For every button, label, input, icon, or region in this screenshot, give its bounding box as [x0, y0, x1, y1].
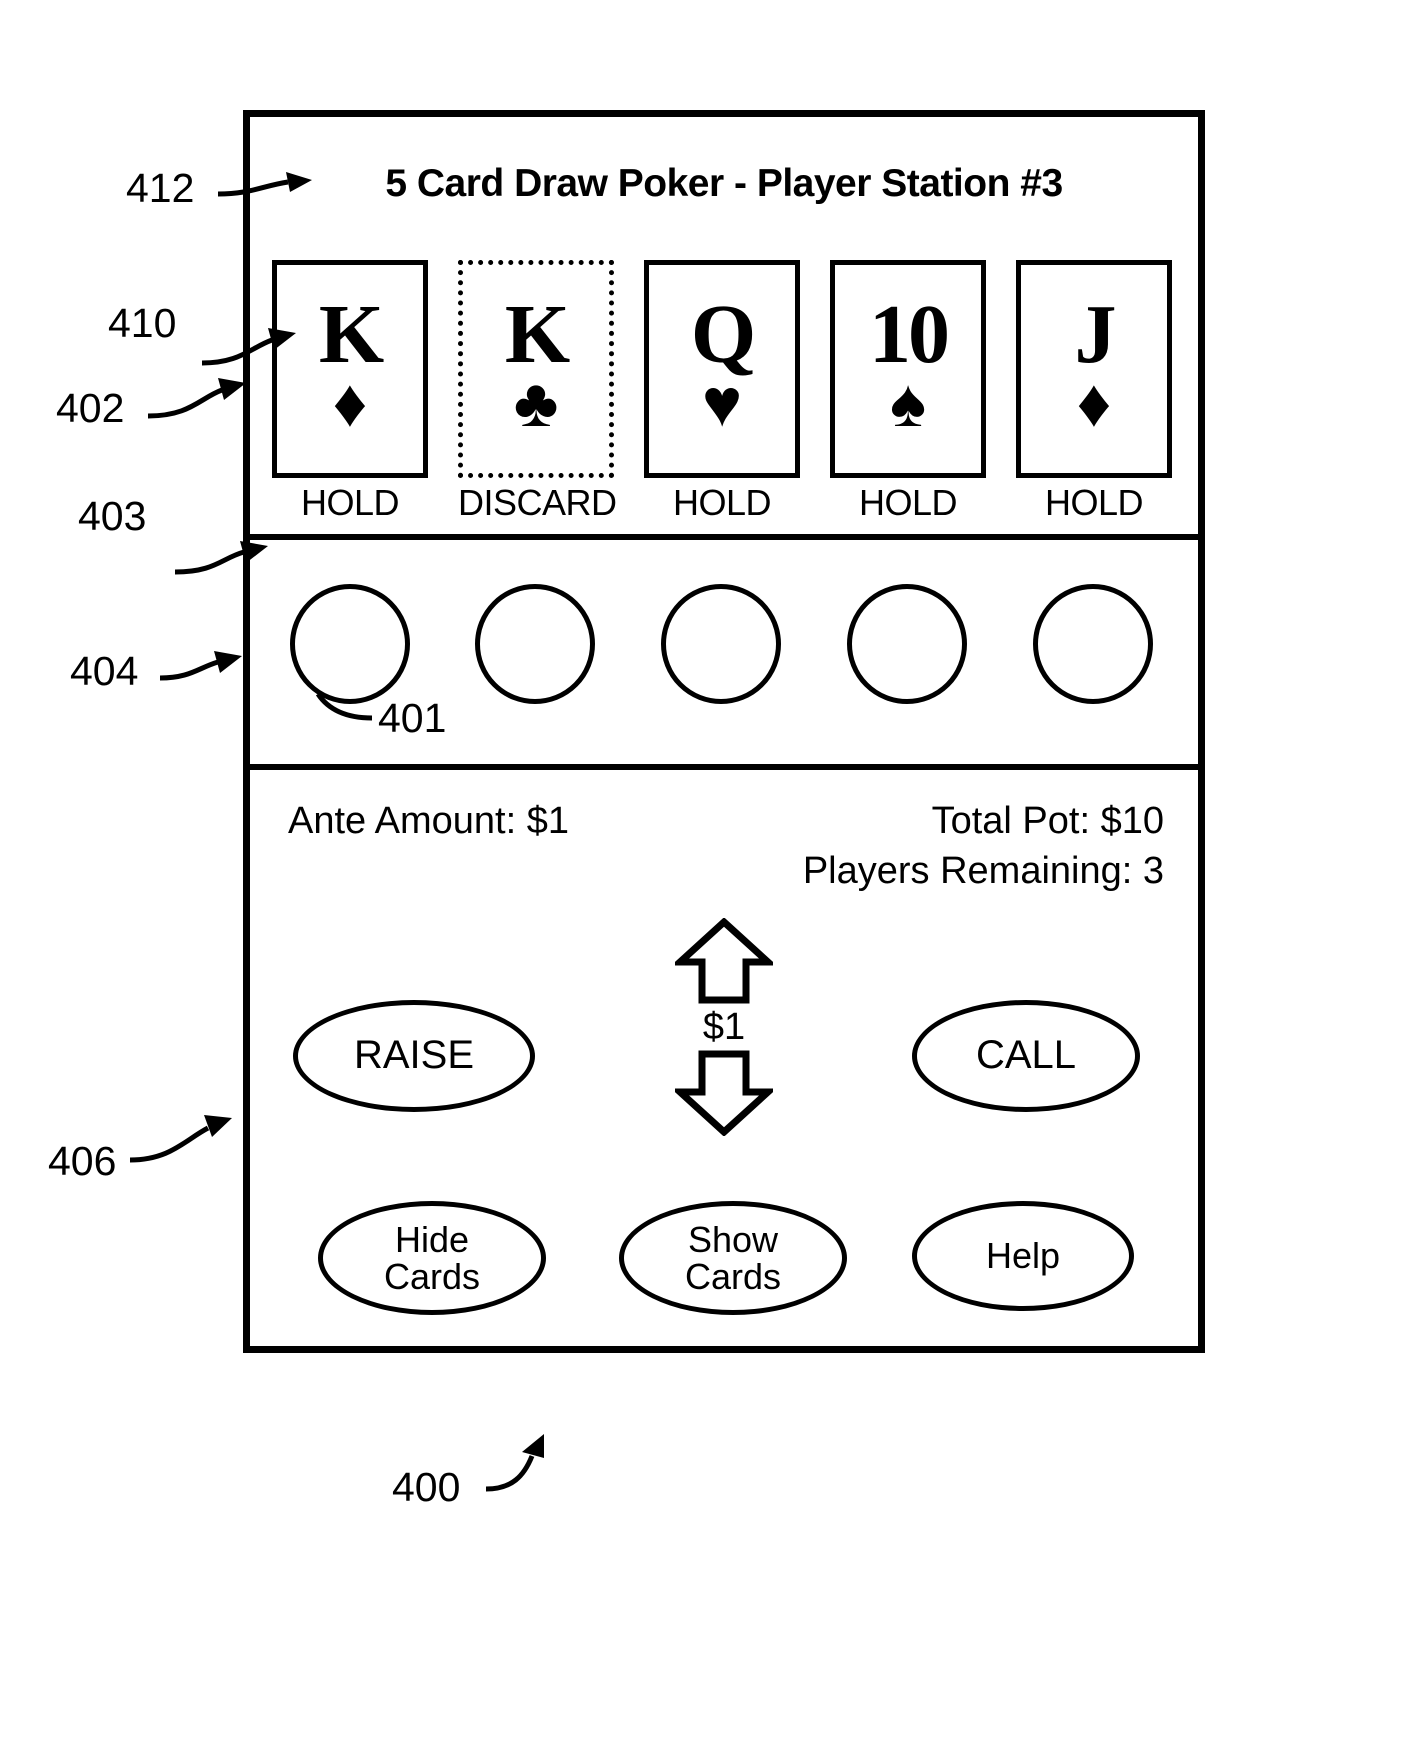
ref-label-410: 410: [108, 300, 177, 346]
card-rank-5: J: [1074, 288, 1117, 382]
card-face-4[interactable]: 10 ♠: [830, 260, 986, 478]
card-rank-4: 10: [869, 288, 950, 382]
card-rank-3: Q: [690, 288, 756, 382]
card-rank-2: K: [504, 288, 570, 382]
card-action-label-3[interactable]: HOLD: [644, 482, 800, 524]
card-rank-1: K: [318, 288, 384, 382]
ref-label-412: 412: [126, 165, 195, 211]
ante-amount-label: Ante Amount: $1: [288, 800, 569, 842]
club-suit-icon: ♣: [513, 365, 559, 442]
card-action-label-2[interactable]: DISCARD: [458, 482, 617, 524]
selection-button-5[interactable]: [1033, 584, 1153, 704]
show-cards-button[interactable]: Show Cards: [619, 1201, 847, 1315]
betting-control-area: Ante Amount: $1 Total Pot: $10 Players R…: [250, 770, 1198, 1346]
ref-label-402: 402: [56, 385, 125, 431]
ref-label-401: 401: [378, 695, 447, 741]
help-button[interactable]: Help: [912, 1201, 1134, 1311]
card-slot-1[interactable]: K ♦ HOLD: [272, 260, 428, 524]
card-slot-4[interactable]: 10 ♠ HOLD: [830, 260, 986, 524]
heart-suit-icon: ♥: [701, 365, 743, 442]
card-slot-3[interactable]: Q ♥ HOLD: [644, 260, 800, 524]
card-face-1[interactable]: K ♦: [272, 260, 428, 478]
bet-amount-stepper: $1: [664, 918, 784, 1136]
show-cards-button-label: Show Cards: [684, 1218, 782, 1297]
show-cards-line-1: Show: [687, 1218, 779, 1260]
card-face-2[interactable]: K ♣: [458, 260, 614, 478]
raise-button[interactable]: RAISE: [293, 1000, 535, 1112]
card-face-5[interactable]: J ♦: [1016, 260, 1172, 478]
call-button-label: CALL: [975, 1033, 1077, 1078]
ref-label-400: 400: [392, 1464, 461, 1510]
players-remaining-label: Players Remaining: 3: [802, 850, 1164, 892]
card-action-label-1[interactable]: HOLD: [272, 482, 428, 524]
card-slot-5[interactable]: J ♦ HOLD: [1016, 260, 1172, 524]
raise-button-label: RAISE: [353, 1033, 475, 1078]
hide-cards-line-2: Cards: [383, 1256, 481, 1297]
selection-button-1[interactable]: [290, 584, 410, 704]
ref-label-403: 403: [78, 493, 147, 539]
selection-button-2[interactable]: [475, 584, 595, 704]
card-action-label-4[interactable]: HOLD: [830, 482, 986, 524]
hide-cards-button[interactable]: Hide Cards: [318, 1201, 546, 1315]
ref-label-404: 404: [70, 648, 139, 694]
ref-label-406: 406: [48, 1138, 117, 1184]
total-pot-label: Total Pot: $10: [931, 800, 1164, 842]
help-button-label: Help: [985, 1235, 1061, 1277]
card-face-3[interactable]: Q ♥: [644, 260, 800, 478]
card-slot-2[interactable]: K ♣ DISCARD: [458, 260, 617, 524]
call-button[interactable]: CALL: [912, 1000, 1140, 1112]
show-cards-line-2: Cards: [684, 1256, 782, 1297]
diamond-suit-icon: ♦: [1076, 365, 1112, 442]
selection-button-3[interactable]: [661, 584, 781, 704]
card-hand-area: K ♦ HOLD K ♣ DISCARD Q ♥ HOLD 10 ♠ HOLD …: [250, 252, 1198, 540]
arrow-up-icon[interactable]: [675, 918, 773, 1004]
selection-button-4[interactable]: [847, 584, 967, 704]
spade-suit-icon: ♠: [889, 365, 927, 442]
diamond-suit-icon: ♦: [332, 365, 368, 442]
hide-cards-button-label: Hide Cards: [383, 1218, 481, 1297]
hide-cards-line-1: Hide: [394, 1218, 470, 1260]
card-action-label-5[interactable]: HOLD: [1016, 482, 1172, 524]
arrow-down-icon[interactable]: [675, 1050, 773, 1136]
bet-amount-value: $1: [702, 1006, 746, 1048]
page-title: 5 Card Draw Poker - Player Station #3: [385, 162, 1063, 205]
